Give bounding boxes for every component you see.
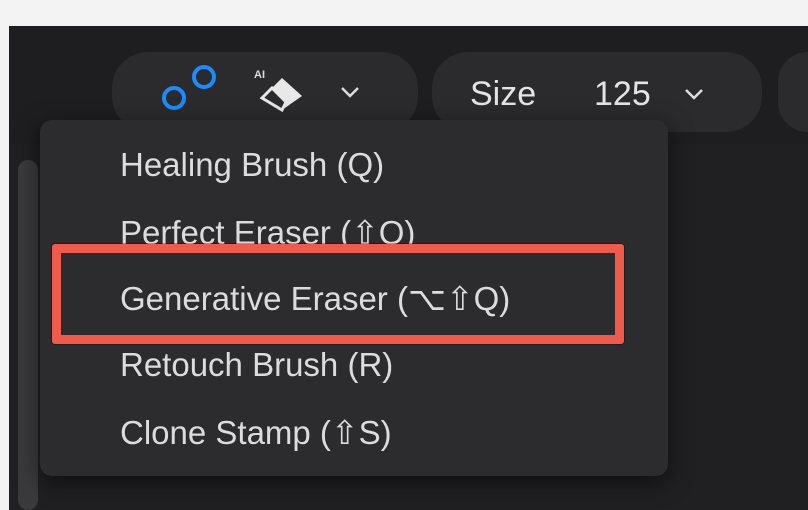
chevron-down-icon[interactable] [340,86,360,98]
size-label: Size [470,75,537,113]
menu-item-healing-brush[interactable]: Healing Brush (Q) [120,140,384,190]
top-border-strip [0,0,808,26]
size-chevron-down-icon[interactable] [684,88,704,100]
ai-badge: AI [254,69,265,81]
nodes-circles-icon[interactable] [160,64,218,114]
menu-item-retouch-brush[interactable]: Retouch Brush (R) [120,340,393,390]
left-panel-edge [18,160,38,510]
menu-item-clone-stamp[interactable]: Clone Stamp (⇧S) [120,408,392,458]
size-value[interactable]: 125 [594,74,651,114]
highlight-callout-box [52,244,624,344]
ai-eraser-icon[interactable]: AI [252,66,312,112]
left-border-strip [0,26,9,510]
